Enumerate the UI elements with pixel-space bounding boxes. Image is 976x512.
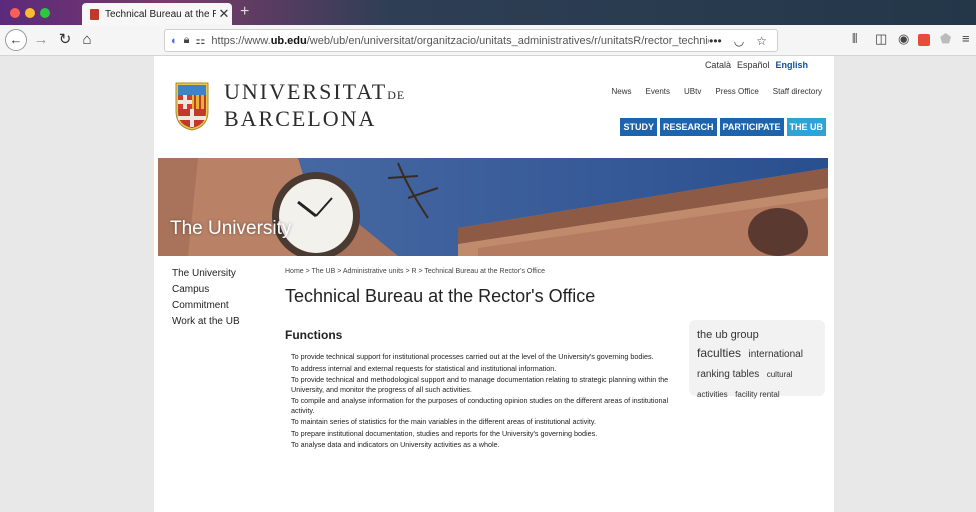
functions-heading: Functions: [285, 328, 343, 342]
tag-the-ub-group[interactable]: the ub group: [697, 329, 759, 341]
tag-activities[interactable]: activities: [697, 390, 728, 399]
list-item: To provide technical and methodological …: [291, 375, 669, 394]
forward-arrow-icon[interactable]: →: [31, 30, 51, 50]
tag-cultural[interactable]: cultural: [767, 370, 793, 379]
nav-press-office[interactable]: Press Office: [715, 87, 758, 96]
tag-ranking-tables[interactable]: ranking tables: [697, 369, 759, 380]
sidebar-icon[interactable]: ◫: [875, 31, 887, 47]
section-tabs: STUDY RESEARCH PARTICIPATE THE UB: [620, 118, 826, 136]
browser-tab-bar: Technical Bureau at the Rector ✕ +: [0, 0, 976, 25]
library-icon[interactable]: ⫴: [852, 31, 857, 47]
language-espanol[interactable]: Español: [737, 60, 770, 70]
breadcrumb[interactable]: Home > The UB > Administrative units > R…: [285, 268, 545, 275]
home-icon[interactable]: ⌂: [77, 30, 97, 50]
functions-list: To provide technical support for institu…: [291, 352, 677, 452]
tab-title: Technical Bureau at the Rector: [105, 8, 216, 20]
reload-icon[interactable]: ↻: [55, 30, 75, 50]
list-item: To maintain series of statistics for the…: [291, 417, 596, 426]
tab-the-ub[interactable]: THE UB: [786, 118, 826, 136]
browser-nav-bar: ← → ↻ ⌂ ◐ 🔒︎ ⚏ https://www.ub.edu/web/ub…: [0, 25, 976, 56]
web-page: Català Español English UNIVERSITATDE BAR…: [154, 56, 834, 512]
university-logo[interactable]: UNIVERSITATDE BARCELONA: [174, 80, 405, 131]
tag-international[interactable]: international: [748, 349, 802, 360]
permissions-icon[interactable]: ⚏: [196, 34, 206, 47]
close-tab-icon[interactable]: ✕: [216, 6, 232, 22]
new-tab-button[interactable]: +: [240, 3, 249, 21]
list-item: To analyse data and indicators on Univer…: [291, 440, 500, 449]
tab-research[interactable]: RESEARCH: [659, 118, 717, 136]
university-crest-icon: [175, 82, 209, 131]
site-favicon-icon: [90, 8, 99, 20]
sidebar-item-campus[interactable]: Campus: [172, 282, 240, 298]
list-item: To prepare institutional documentation, …: [291, 428, 598, 438]
nav-ubtv[interactable]: UBtv: [684, 87, 701, 96]
logo-line-1-small: DE: [387, 88, 406, 102]
header-banner-image: The University: [158, 158, 828, 256]
tab-study[interactable]: STUDY: [620, 118, 657, 136]
tab-participate[interactable]: PARTICIPATE: [719, 118, 784, 136]
sidebar-item-the-university[interactable]: The University: [172, 266, 240, 282]
nav-events[interactable]: Events: [646, 87, 670, 96]
page-actions-icon[interactable]: •••: [709, 34, 722, 48]
url-text[interactable]: https://www.ub.edu/web/ub/en/universitat…: [211, 35, 709, 47]
language-switcher: Català Español English: [705, 60, 808, 70]
banner-illustration: [158, 158, 828, 256]
menu-icon[interactable]: ≡: [962, 31, 970, 46]
pocket-icon[interactable]: ◡: [734, 34, 744, 48]
top-navigation: News Events UBtv Press Office Staff dire…: [612, 87, 822, 96]
account-icon[interactable]: ◉: [898, 31, 909, 47]
active-tab[interactable]: Technical Bureau at the Rector ✕: [82, 3, 232, 25]
minimize-window-button[interactable]: [25, 8, 35, 18]
tag-faculties[interactable]: faculties: [697, 346, 741, 360]
tag-cloud: the ub group faculties international ran…: [689, 320, 825, 399]
bookmark-star-icon[interactable]: ☆: [756, 34, 767, 48]
sidebar-item-work-at-the-ub[interactable]: Work at the UB: [172, 314, 240, 330]
language-english[interactable]: English: [775, 60, 808, 70]
url-bar[interactable]: ◐ 🔒︎ ⚏ https://www.ub.edu/web/ub/en/univ…: [164, 29, 778, 52]
logo-line-1: UNIVERSITAT: [224, 79, 388, 104]
extension-icon[interactable]: [918, 34, 930, 46]
maximize-window-button[interactable]: [40, 8, 50, 18]
shield-extension-icon[interactable]: ⬟: [940, 31, 951, 47]
banner-caption: The University: [170, 218, 292, 239]
list-item: To address internal and external request…: [291, 363, 557, 373]
tag-facility-rental[interactable]: facility rental: [735, 390, 779, 399]
lock-icon[interactable]: 🔒︎: [184, 34, 190, 47]
tracking-shield-icon[interactable]: ◐: [171, 35, 178, 47]
page-title: Technical Bureau at the Rector's Office: [285, 286, 596, 306]
close-window-button[interactable]: [10, 8, 20, 18]
list-item: To provide technical support for institu…: [291, 352, 654, 361]
language-catala[interactable]: Català: [705, 60, 731, 70]
logo-line-2: BARCELONA: [224, 106, 377, 131]
back-arrow-icon[interactable]: ←: [5, 29, 27, 51]
sidebar-item-commitment[interactable]: Commitment: [172, 298, 240, 314]
nav-news[interactable]: News: [612, 87, 632, 96]
nav-staff-directory[interactable]: Staff directory: [773, 87, 822, 96]
list-item: To compile and analyse information for t…: [291, 396, 669, 415]
left-sidebar: The University Campus Commitment Work at…: [172, 266, 240, 330]
